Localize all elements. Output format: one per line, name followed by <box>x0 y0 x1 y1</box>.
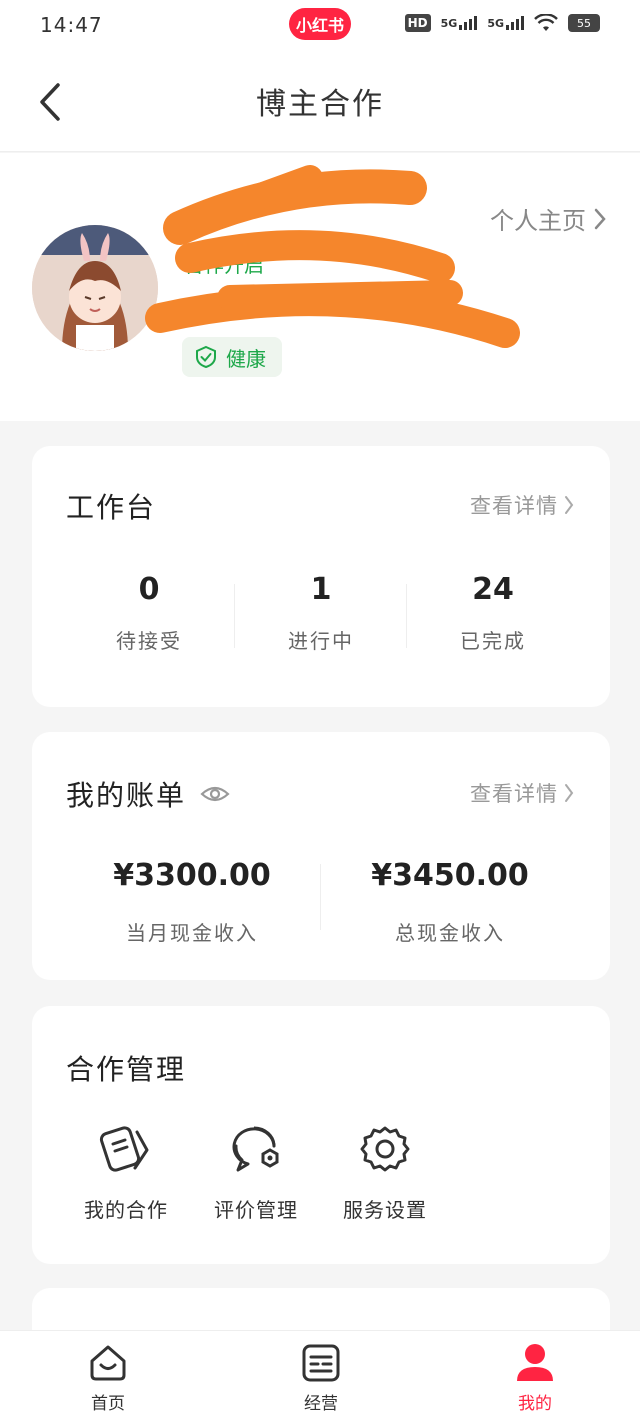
my-cooperation-button[interactable]: 我的合作 <box>66 1124 186 1223</box>
bill-title: 我的账单 <box>66 779 187 812</box>
divider <box>406 584 407 648</box>
divider <box>234 584 235 648</box>
monthly-income[interactable]: ¥3300.00 当月现金收入 <box>72 858 312 946</box>
nav-label: 经营 <box>304 1394 338 1414</box>
hd-indicator: HD <box>404 14 431 32</box>
total-income[interactable]: ¥3450.00 总现金收入 <box>330 858 570 946</box>
health-label: 健康 <box>226 346 266 371</box>
money-value: ¥3300.00 <box>113 858 271 893</box>
back-button[interactable] <box>30 80 70 124</box>
coop-item-label: 评价管理 <box>214 1198 298 1222</box>
profile-icon <box>517 1344 553 1381</box>
workbench-card: 工作台 查看详情 0 待接受 1 进行中 24 已完成 <box>32 446 610 707</box>
chevron-right-icon <box>594 208 606 229</box>
nav-label: 首页 <box>91 1394 125 1414</box>
detail-link-label: 查看详情 <box>470 782 558 806</box>
signal-icon: 5G <box>441 16 478 30</box>
cooperation-card: 合作管理 我的合作 评价管理 服务设置 <box>32 1006 610 1264</box>
signal-icon: 5G <box>487 16 524 30</box>
signal-label: 5G <box>440 17 458 30</box>
stat-value: 24 <box>472 572 514 607</box>
bill-title-row: 我的账单 <box>66 774 230 814</box>
coop-item-label: 服务设置 <box>343 1198 427 1222</box>
chevron-left-icon <box>40 83 60 121</box>
status-indicators: HD 5G 5G 55 <box>404 14 600 32</box>
cooperation-title: 合作管理 <box>66 1053 187 1086</box>
app-badge: 小红书 <box>289 8 351 40</box>
workbench-detail-link[interactable]: 查看详情 <box>470 490 574 520</box>
bill-detail-link[interactable]: 查看详情 <box>470 778 574 808</box>
manage-icon <box>302 1344 340 1382</box>
page-title: 博主合作 <box>256 86 384 122</box>
bottom-nav: 首页 经营 我的 <box>0 1330 640 1422</box>
money-label: 当月现金收入 <box>126 921 258 945</box>
stat-label: 进行中 <box>288 629 354 653</box>
stat-completed[interactable]: 24 已完成 <box>408 572 578 654</box>
stat-label: 已完成 <box>460 629 526 653</box>
stat-in-progress[interactable]: 1 进行中 <box>236 572 406 654</box>
status-bar: 14:47 小红书 HD 5G 5G 55 <box>0 0 640 50</box>
workbench-title: 工作台 <box>66 491 157 524</box>
wifi-icon <box>534 14 558 31</box>
bill-card: 我的账单 查看详情 ¥3300.00 当月现金收入 ¥3450.00 总现金收入 <box>32 732 610 980</box>
page-header: 博主合作 <box>0 50 640 152</box>
coop-item-label: 我的合作 <box>84 1198 168 1222</box>
review-bubble-icon <box>232 1126 279 1172</box>
gear-icon <box>360 1126 410 1172</box>
money-label: 总现金收入 <box>395 921 505 945</box>
shield-check-icon <box>196 345 216 369</box>
nav-me[interactable]: 我的 <box>485 1343 585 1414</box>
review-management-button[interactable]: 评价管理 <box>196 1124 316 1223</box>
signal-label: 5G <box>487 17 504 30</box>
redaction-scribble <box>145 165 520 348</box>
stat-value: 0 <box>138 572 160 607</box>
status-time: 14:47 <box>40 13 103 37</box>
profile-section: 合作开启 个人主页 健康 <box>0 153 640 421</box>
profile-home-link[interactable]: 个人主页 <box>490 201 606 236</box>
stat-label: 待接受 <box>116 629 182 653</box>
health-badge[interactable]: 健康 <box>182 337 282 377</box>
detail-link-label: 查看详情 <box>470 494 558 518</box>
document-icon <box>99 1126 149 1172</box>
profile-home-label: 个人主页 <box>490 207 586 235</box>
service-settings-button[interactable]: 服务设置 <box>325 1124 445 1223</box>
chevron-right-icon <box>565 496 574 514</box>
nav-label: 我的 <box>518 1394 552 1414</box>
money-value: ¥3450.00 <box>371 858 529 893</box>
stat-value: 1 <box>310 572 332 607</box>
chevron-right-icon <box>565 784 574 802</box>
nav-manage[interactable]: 经营 <box>271 1343 371 1414</box>
divider <box>320 864 321 930</box>
stat-pending[interactable]: 0 待接受 <box>64 572 234 654</box>
nav-home[interactable]: 首页 <box>58 1343 158 1414</box>
home-icon <box>90 1345 126 1381</box>
battery-icon: 55 <box>568 14 600 32</box>
eye-icon[interactable] <box>200 784 230 804</box>
